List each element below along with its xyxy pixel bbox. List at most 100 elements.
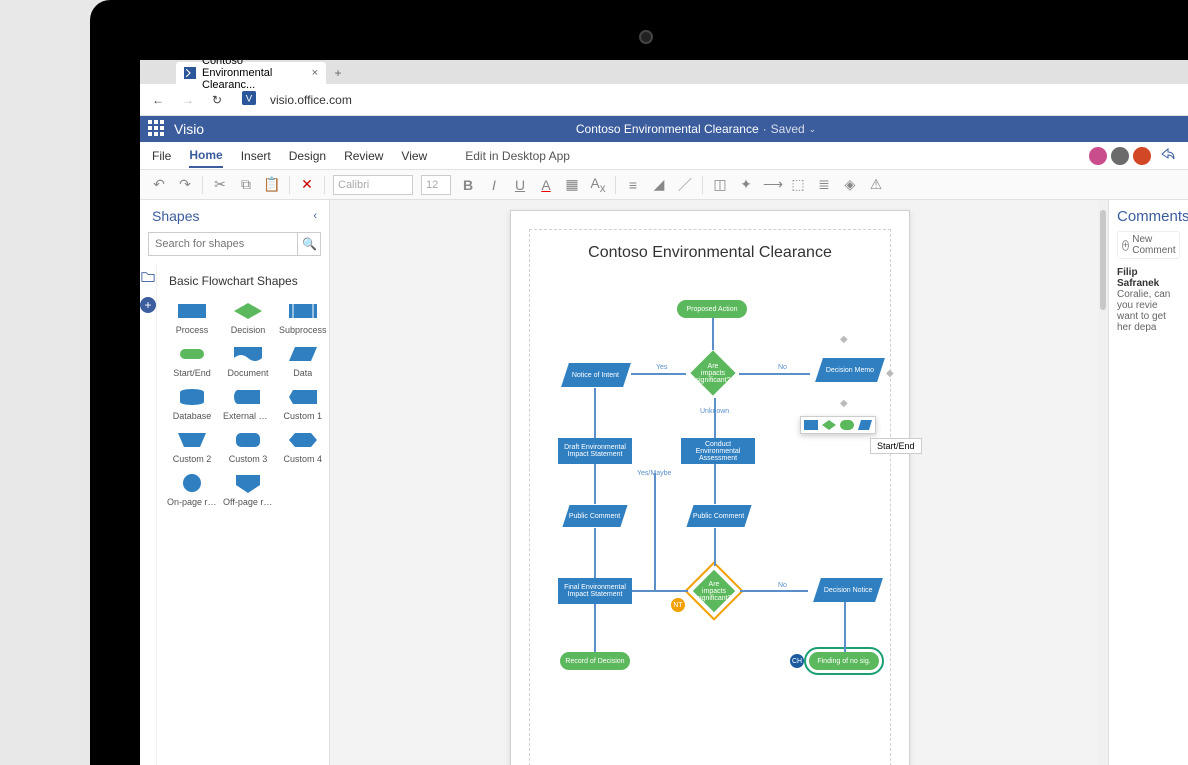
- shape-item[interactable]: Custom 1: [277, 384, 329, 423]
- refresh-button[interactable]: ↻: [212, 93, 228, 107]
- quick-shapes-popup[interactable]: [800, 416, 876, 434]
- shape-item[interactable]: Decision: [221, 298, 275, 337]
- url-text[interactable]: visio.office.com: [270, 93, 352, 107]
- ribbon-tab-design[interactable]: Design: [289, 145, 326, 167]
- font-name-input[interactable]: [333, 175, 413, 195]
- edit-in-desktop-button[interactable]: Edit in Desktop App: [465, 149, 570, 163]
- node-public-comment-1[interactable]: Public Comment: [562, 505, 627, 527]
- qs-terminator-icon[interactable]: [840, 420, 854, 430]
- search-icon[interactable]: 🔍: [297, 232, 321, 256]
- back-button[interactable]: ←: [152, 93, 168, 107]
- alignment-handle-icon[interactable]: ◆: [840, 334, 848, 345]
- group-button[interactable]: ⬚: [789, 176, 807, 193]
- quick-shapes-tooltip: Start/End: [870, 438, 922, 454]
- position-button[interactable]: ✦: [737, 176, 755, 193]
- alignment-handle-icon[interactable]: ◆: [886, 368, 894, 379]
- paintbrush-icon[interactable]: ✂: [211, 176, 229, 193]
- document-menu-chevron-icon[interactable]: ⌄: [809, 124, 817, 135]
- node-final-eis[interactable]: Final Environmental Impact Statement: [558, 578, 632, 604]
- font-color-button[interactable]: A: [537, 177, 555, 193]
- drawing-page[interactable]: Contoso Environmental Clearance Proposed…: [510, 210, 910, 765]
- node-record-of-decision[interactable]: Record of Decision: [560, 652, 630, 670]
- connector: [740, 590, 808, 592]
- document-status-sep: ·: [763, 122, 767, 136]
- share-icon[interactable]: [1160, 146, 1176, 166]
- copy-icon[interactable]: ⧉: [237, 176, 255, 193]
- canvas[interactable]: Contoso Environmental Clearance Proposed…: [330, 200, 1108, 765]
- shape-item[interactable]: Start/End: [165, 341, 219, 380]
- arrange-button[interactable]: ◫: [711, 176, 729, 193]
- node-public-comment-2[interactable]: Public Comment: [686, 505, 751, 527]
- node-decision-notice[interactable]: Decision Notice: [813, 578, 883, 602]
- alignment-handle-icon[interactable]: ◆: [840, 398, 848, 409]
- underline-button[interactable]: U: [511, 177, 529, 193]
- shape-item[interactable]: Off-page ref...: [221, 470, 275, 509]
- document-title[interactable]: Contoso Environmental Clearance: [576, 122, 759, 136]
- node-conduct-ea[interactable]: Conduct Environmental Assessment: [681, 438, 755, 464]
- bold-button[interactable]: B: [459, 177, 477, 193]
- node-finding-nsi[interactable]: Finding of no sig.: [809, 652, 879, 670]
- node-are-impacts-significant-2[interactable]: Are impacts significant?: [693, 570, 735, 612]
- shapes-panel: Shapes ‹ 🔍 + Basic Flowchart Shape: [140, 200, 330, 765]
- collapse-shapes-icon[interactable]: ‹: [313, 210, 317, 222]
- vertical-scrollbar[interactable]: [1098, 200, 1108, 765]
- qs-process-icon[interactable]: [804, 420, 818, 430]
- node-draft-eis[interactable]: Draft Environmental Impact Statement: [558, 438, 632, 464]
- ribbon-tab-insert[interactable]: Insert: [241, 145, 271, 167]
- avatar[interactable]: [1088, 146, 1108, 166]
- stencil-icon[interactable]: [141, 270, 155, 287]
- flowchart-title: Contoso Environmental Clearance: [530, 230, 890, 276]
- shape-item[interactable]: On-page ref...: [165, 470, 219, 509]
- paste-icon[interactable]: 📋: [263, 176, 281, 193]
- shape-button[interactable]: ◈: [841, 176, 859, 193]
- ribbon-tab-review[interactable]: Review: [344, 145, 383, 167]
- highlight-button[interactable]: ▦: [563, 176, 581, 193]
- close-tab-icon[interactable]: ×: [312, 67, 318, 79]
- shape-item[interactable]: Data: [277, 341, 329, 380]
- browser-tab[interactable]: Contoso Environmental Clearanc... ×: [176, 62, 326, 84]
- qs-decision-icon[interactable]: [822, 420, 836, 430]
- presence-chip-ch[interactable]: CH: [790, 654, 804, 668]
- avatar[interactable]: [1110, 146, 1130, 166]
- app-launcher-button[interactable]: [148, 120, 166, 138]
- presence-chip-nt[interactable]: NT: [671, 598, 685, 612]
- italic-button[interactable]: I: [485, 177, 503, 193]
- connector-label-no2: No: [778, 582, 787, 589]
- new-tab-button[interactable]: +: [326, 62, 350, 84]
- node-are-impacts-significant-1[interactable]: Are impacts significant?: [690, 350, 735, 395]
- add-stencil-button[interactable]: +: [140, 297, 156, 313]
- redo-button[interactable]: ↷: [176, 176, 194, 193]
- qs-data-icon[interactable]: [858, 420, 872, 430]
- shape-item[interactable]: Document: [221, 341, 275, 380]
- ribbon-tab-home[interactable]: Home: [189, 144, 222, 168]
- shape-item[interactable]: External Data: [221, 384, 275, 423]
- shape-label: Subprocess: [279, 325, 327, 335]
- line-button[interactable]: ／: [676, 175, 694, 195]
- shape-item[interactable]: Process: [165, 298, 219, 337]
- shape-label: Process: [176, 325, 209, 335]
- ribbon-tab-view[interactable]: View: [401, 145, 427, 167]
- undo-button[interactable]: ↶: [150, 176, 168, 193]
- node-decision-memo[interactable]: Decision Memo: [815, 358, 885, 382]
- shape-item[interactable]: Custom 3: [221, 427, 275, 466]
- check-button[interactable]: ⚠: [867, 176, 885, 193]
- browser-tab-title: Contoso Environmental Clearanc...: [202, 55, 306, 91]
- layer-button[interactable]: ≣: [815, 176, 833, 193]
- align-button[interactable]: ≡: [624, 177, 642, 193]
- new-comment-button[interactable]: + New Comment: [1117, 231, 1180, 259]
- clear-format-button[interactable]: Ax: [589, 175, 607, 195]
- fill-button[interactable]: ◢: [650, 176, 668, 193]
- avatar[interactable]: [1132, 146, 1152, 166]
- node-proposed-action[interactable]: Proposed Action: [677, 300, 747, 318]
- shape-item[interactable]: Database: [165, 384, 219, 423]
- shape-item[interactable]: Custom 4: [277, 427, 329, 466]
- shape-item[interactable]: Custom 2: [165, 427, 219, 466]
- ribbon-tab-file[interactable]: File: [152, 145, 171, 167]
- forward-button[interactable]: →: [182, 93, 198, 107]
- delete-icon[interactable]: ✕: [298, 176, 316, 193]
- connector-button[interactable]: ⟶: [763, 176, 781, 193]
- shape-item[interactable]: Subprocess: [277, 298, 329, 337]
- shapes-search-input[interactable]: [148, 232, 321, 256]
- font-size-input[interactable]: [421, 175, 451, 195]
- node-notice-of-intent[interactable]: Notice of Intent: [561, 363, 631, 387]
